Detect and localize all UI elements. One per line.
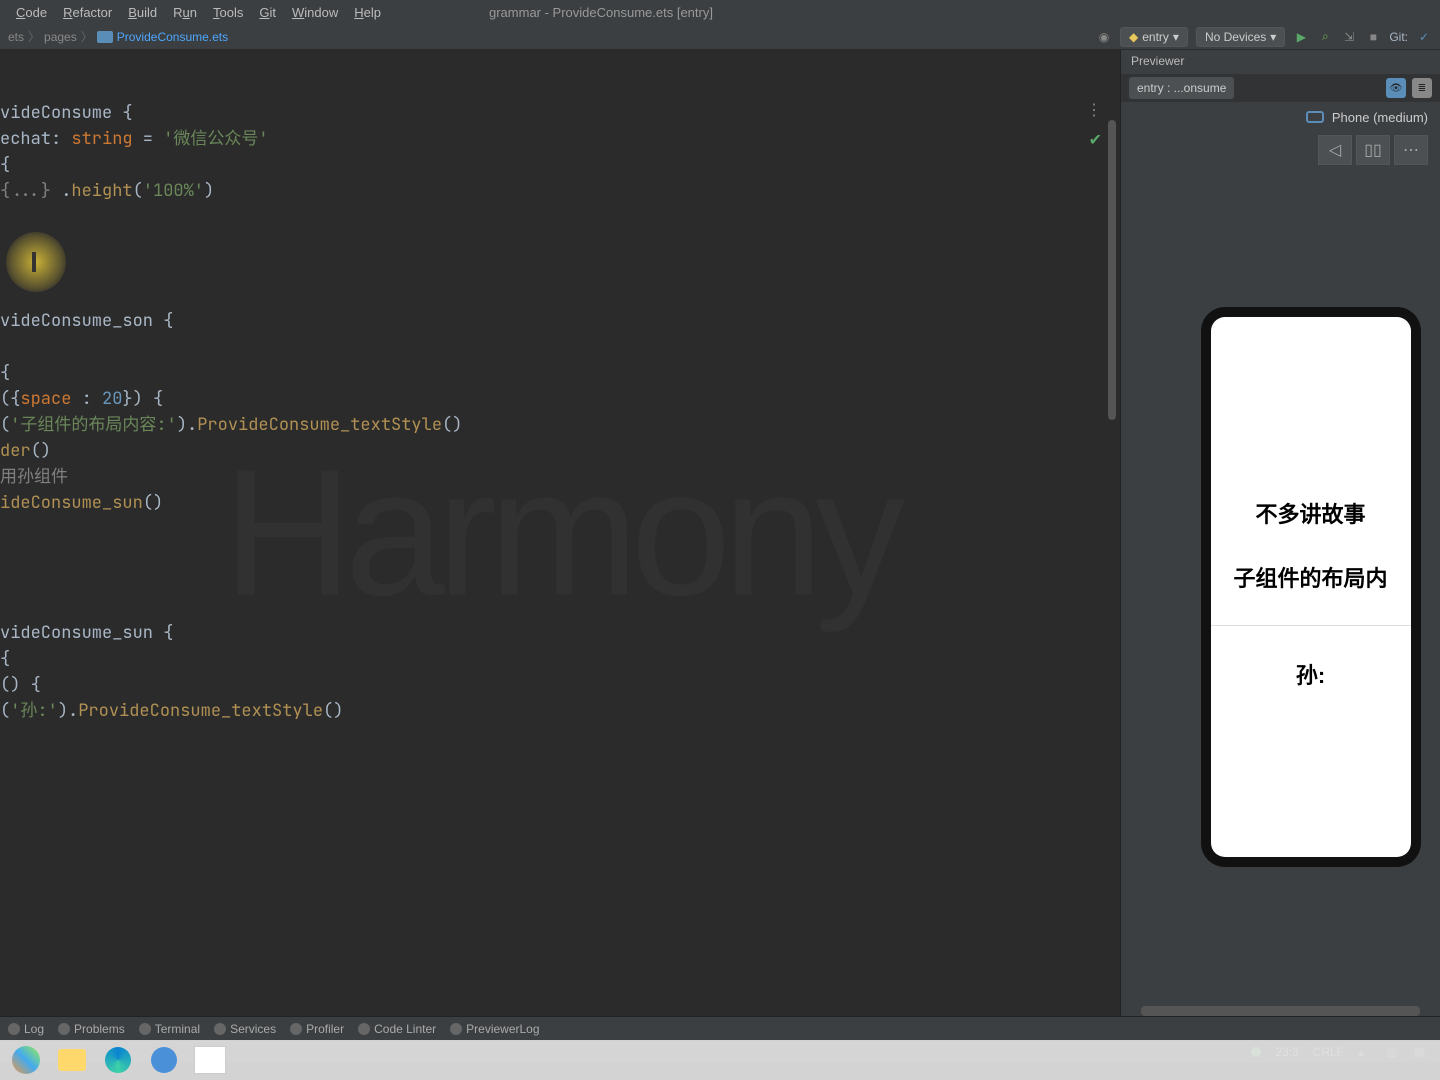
phone-frame: 不多讲故事 子组件的布局内 孙: <box>1201 307 1421 867</box>
device-frame-area: 不多讲故事 子组件的布局内 孙: <box>1121 168 1440 1006</box>
bottom-tabs: Log Problems Terminal Services Profiler … <box>0 1016 1440 1040</box>
preview-pane: Previewer entry : ...onsume 👁 ≣ Phone (m… <box>1120 50 1440 1016</box>
codelinter-icon <box>358 1023 370 1035</box>
device-selector[interactable]: No Devices▾ <box>1196 27 1285 47</box>
toolbar: ets 〉 pages 〉 ProvideConsume.ets ◉ ◆entr… <box>0 24 1440 50</box>
preview-controls: ◁ ▯▯ ⋯ <box>1121 132 1440 168</box>
terminal-icon <box>139 1023 151 1035</box>
menu-git[interactable]: Git <box>251 5 284 20</box>
entry-selector[interactable]: ◆entry▾ <box>1120 27 1188 47</box>
taskbar-browser[interactable] <box>144 1044 184 1076</box>
preview-tabs: entry : ...onsume 👁 ≣ <box>1121 74 1440 102</box>
globe-icon <box>151 1047 177 1073</box>
run-icon[interactable]: ▶ <box>1293 29 1309 45</box>
menu-refactor[interactable]: Refactor <box>55 5 120 20</box>
main-area: Harmony ⋮ ✔ videConsume { echat: string … <box>0 50 1440 1016</box>
breadcrumb-sep-icon: 〉 <box>28 28 40 45</box>
phone-screen: 不多讲故事 子组件的布局内 孙: <box>1211 317 1411 857</box>
phone-text-1: 不多讲故事 <box>1221 497 1401 529</box>
device-bar: Phone (medium) <box>1121 102 1440 132</box>
taskbar-huawei[interactable] <box>6 1044 46 1076</box>
menu-help[interactable]: Help <box>346 5 389 20</box>
debug-icon[interactable]: ⌕ <box>1317 29 1333 45</box>
breadcrumb-file[interactable]: ProvideConsume.ets <box>117 30 228 44</box>
file-icon <box>97 31 113 43</box>
device-label[interactable]: Phone (medium) <box>1332 110 1428 125</box>
window-title: grammar - ProvideConsume.ets [entry] <box>489 5 713 20</box>
inspect-icon[interactable]: 👁 <box>1386 78 1406 98</box>
previewer-title: Previewer <box>1121 50 1440 74</box>
menu-code[interactable]: Code <box>8 5 55 20</box>
tab-profiler[interactable]: Profiler <box>290 1022 344 1036</box>
tab-log[interactable]: Log <box>8 1022 44 1036</box>
previewerlog-icon <box>450 1023 462 1035</box>
menu-window[interactable]: Window <box>284 5 346 20</box>
breadcrumb-pages[interactable]: pages <box>44 30 77 44</box>
editor-menu-icon[interactable]: ⋮ <box>1086 100 1102 120</box>
folder-icon <box>58 1049 86 1071</box>
breadcrumb: ets 〉 pages 〉 ProvideConsume.ets <box>8 28 228 45</box>
preview-back-button[interactable]: ◁ <box>1318 135 1352 165</box>
breadcrumb-root[interactable]: ets <box>8 30 24 44</box>
edge-icon <box>105 1047 131 1073</box>
git-label: Git: <box>1389 30 1408 44</box>
phone-frame-icon <box>1306 111 1324 123</box>
eye-icon[interactable]: ◉ <box>1096 29 1112 45</box>
taskbar-blank[interactable] <box>190 1044 230 1076</box>
tab-problems[interactable]: Problems <box>58 1022 125 1036</box>
blank-window-icon <box>194 1046 226 1074</box>
menu-build[interactable]: Build <box>120 5 165 20</box>
cursor-caret-icon <box>32 252 36 272</box>
scrollbar-thumb[interactable] <box>1108 120 1116 420</box>
git-update-icon[interactable]: ✓ <box>1416 29 1432 45</box>
tab-services[interactable]: Services <box>214 1022 276 1036</box>
editor-pane[interactable]: Harmony ⋮ ✔ videConsume { echat: string … <box>0 50 1120 1016</box>
taskbar-explorer[interactable] <box>52 1044 92 1076</box>
phone-text-2: 子组件的布局内 <box>1221 561 1401 593</box>
breadcrumb-sep-icon: 〉 <box>81 28 93 45</box>
problems-icon <box>58 1023 70 1035</box>
log-icon <box>8 1023 20 1035</box>
menu-run[interactable]: Run <box>165 5 205 20</box>
preview-split-button[interactable]: ▯▯ <box>1356 135 1390 165</box>
huawei-icon <box>12 1046 40 1074</box>
stop-icon[interactable]: ■ <box>1365 29 1381 45</box>
tab-codelinter[interactable]: Code Linter <box>358 1022 436 1036</box>
preview-more-button[interactable]: ⋯ <box>1394 135 1428 165</box>
editor-content[interactable]: videConsume { echat: string = '微信公众号' { … <box>0 50 1120 724</box>
taskbar <box>0 1040 1440 1080</box>
menu-bar: Code Refactor Build Run Tools Git Window… <box>0 0 1440 24</box>
tab-previewerlog[interactable]: PreviewerLog <box>450 1022 539 1036</box>
phone-divider <box>1211 625 1411 626</box>
preview-scrollbar[interactable] <box>1141 1006 1420 1016</box>
profiler-icon <box>290 1023 302 1035</box>
taskbar-edge[interactable] <box>98 1044 138 1076</box>
menu-tools[interactable]: Tools <box>205 5 251 20</box>
services-icon <box>214 1023 226 1035</box>
layers-icon[interactable]: ≣ <box>1412 78 1432 98</box>
phone-text-3: 孙: <box>1221 658 1401 690</box>
inspection-ok-icon[interactable]: ✔ <box>1089 130 1102 150</box>
preview-tab-entry[interactable]: entry : ...onsume <box>1129 77 1234 99</box>
attach-icon[interactable]: ⇲ <box>1341 29 1357 45</box>
tab-terminal[interactable]: Terminal <box>139 1022 200 1036</box>
